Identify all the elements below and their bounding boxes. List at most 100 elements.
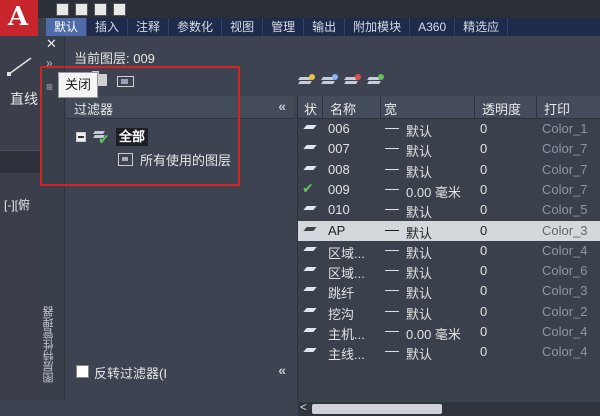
layer-status-icon[interactable] — [303, 328, 317, 332]
layer-print-style[interactable]: Color_4 — [542, 344, 588, 359]
horizontal-scrollbar[interactable]: < — [298, 400, 600, 416]
invert-filter-checkbox[interactable] — [76, 365, 89, 378]
table-row[interactable]: 区域... 默认 0 Color_6 — [298, 261, 600, 281]
layer-lineweight[interactable]: 默认 — [406, 223, 432, 242]
layer-transparency[interactable]: 0 — [480, 141, 487, 156]
scroll-left-arrow[interactable]: < — [300, 400, 307, 414]
line-tool-label[interactable]: 直线 — [10, 89, 38, 109]
layer-name[interactable]: 006 — [328, 121, 350, 136]
collapse-tree-button[interactable]: « — [278, 362, 286, 378]
layer-transparency[interactable]: 0 — [480, 263, 487, 278]
current-layer-check-icon[interactable]: ✔ — [302, 180, 314, 197]
ribbon-tab[interactable]: A360 — [410, 18, 456, 36]
layer-print-style[interactable]: Color_1 — [542, 121, 588, 136]
new-file-icon[interactable] — [56, 2, 69, 16]
layer-transparency[interactable]: 0 — [480, 283, 487, 298]
ribbon-tab[interactable]: 注释 — [128, 18, 170, 36]
layer-lineweight[interactable]: 默认 — [406, 263, 432, 282]
layer-name[interactable]: 009 — [328, 182, 350, 197]
layer-status-icon[interactable] — [303, 267, 317, 272]
layer-transparency[interactable]: 0 — [480, 344, 487, 359]
ribbon-tab[interactable]: 参数化 — [169, 18, 223, 36]
layer-lineweight[interactable]: 默认 — [406, 141, 432, 160]
layer-lineweight[interactable]: 默认 — [406, 121, 432, 140]
new-layer-icon[interactable] — [298, 74, 315, 86]
column-name[interactable]: 名称 — [330, 99, 356, 118]
layer-name[interactable]: AP — [328, 223, 345, 238]
table-row[interactable]: 主线... 默认 0 Color_4 — [298, 342, 600, 362]
ribbon-tab[interactable]: 精选应 — [455, 18, 509, 36]
layer-status-icon[interactable] — [303, 165, 317, 170]
layer-transparency[interactable]: 0 — [480, 243, 487, 258]
ribbon-tab[interactable]: 插入 — [87, 18, 129, 36]
table-row[interactable]: 006 默认 0 Color_1 — [298, 119, 600, 139]
table-row[interactable]: 区域... 默认 0 Color_4 — [298, 241, 600, 261]
layer-name[interactable]: 区域... — [328, 263, 365, 282]
column-print[interactable]: 打印 — [544, 99, 570, 118]
viewport-controls-label[interactable]: [-][俯 — [4, 196, 30, 213]
scrollbar-thumb[interactable] — [312, 404, 442, 414]
table-row[interactable]: 010 默认 0 Color_5 — [298, 200, 600, 220]
layer-lineweight[interactable]: 默认 — [406, 344, 432, 363]
set-current-layer-icon[interactable] — [367, 74, 384, 86]
layer-print-style[interactable]: Color_2 — [542, 304, 588, 319]
layer-print-style[interactable]: Color_3 — [542, 283, 588, 298]
layer-name[interactable]: 主线... — [328, 344, 365, 363]
open-file-icon[interactable] — [75, 2, 88, 16]
layer-name[interactable]: 010 — [328, 202, 350, 217]
layer-print-style[interactable]: Color_4 — [542, 243, 588, 258]
layer-print-style[interactable]: Color_5 — [542, 202, 588, 217]
layer-status-icon[interactable] — [303, 125, 317, 129]
layer-transparency[interactable]: 0 — [480, 162, 487, 177]
table-row[interactable]: 挖沟 默认 0 Color_2 — [298, 302, 600, 322]
layer-print-style[interactable]: Color_4 — [542, 324, 588, 339]
layer-status-icon[interactable] — [303, 287, 317, 292]
layer-name[interactable]: 008 — [328, 162, 350, 177]
palette-close-icon[interactable]: ✕ — [46, 36, 57, 52]
layer-print-style[interactable]: Color_7 — [542, 182, 588, 197]
layer-transparency[interactable]: 0 — [480, 324, 487, 339]
layer-lineweight[interactable]: 默认 — [406, 162, 432, 181]
print-icon[interactable] — [113, 2, 126, 16]
table-row[interactable]: 跳纤 默认 0 Color_3 — [298, 281, 600, 301]
layer-status-icon[interactable] — [303, 145, 317, 150]
layer-status-icon[interactable] — [303, 307, 317, 312]
collapse-filters-button[interactable]: « — [278, 98, 286, 114]
layer-name[interactable]: 挖沟 — [328, 304, 354, 323]
layer-name[interactable]: 主机... — [328, 324, 365, 343]
column-status[interactable]: 状 — [304, 99, 317, 118]
column-lineweight[interactable]: 宽 — [384, 99, 397, 118]
layer-status-icon[interactable] — [303, 246, 317, 251]
layer-print-style[interactable]: Color_6 — [542, 263, 588, 278]
layer-print-style[interactable]: Color_7 — [542, 162, 588, 177]
app-logo[interactable]: A — [0, 0, 38, 36]
ribbon-tab[interactable]: 管理 — [263, 18, 305, 36]
table-row[interactable]: 008 默认 0 Color_7 — [298, 160, 600, 180]
ribbon-tab[interactable]: 输出 — [304, 18, 346, 36]
layer-status-icon[interactable] — [303, 226, 317, 231]
new-layer-vp-frozen-icon[interactable] — [321, 74, 338, 86]
layer-lineweight[interactable]: 0.00 毫米 — [406, 182, 461, 201]
column-transparency[interactable]: 透明度 — [482, 99, 521, 118]
invert-filter-label[interactable]: 反转过滤器(I — [94, 363, 167, 382]
layer-lineweight[interactable]: 默认 — [406, 304, 432, 323]
delete-layer-icon[interactable] — [344, 74, 361, 86]
layer-lineweight[interactable]: 默认 — [406, 283, 432, 302]
layer-name[interactable]: 007 — [328, 141, 350, 156]
ribbon-tab[interactable]: 默认 — [46, 18, 88, 36]
layer-transparency[interactable]: 0 — [480, 182, 487, 197]
save-icon[interactable] — [94, 2, 107, 16]
ribbon-tab[interactable]: 视图 — [222, 18, 264, 36]
table-row[interactable]: ✔ 009 0.00 毫米 0 Color_7 — [298, 180, 600, 200]
layer-transparency[interactable]: 0 — [480, 304, 487, 319]
layer-print-style[interactable]: Color_3 — [542, 223, 588, 238]
layer-lineweight[interactable]: 默认 — [406, 243, 432, 262]
layer-status-icon[interactable] — [303, 206, 317, 211]
layer-transparency[interactable]: 0 — [480, 121, 487, 136]
layer-transparency[interactable]: 0 — [480, 223, 487, 238]
table-row[interactable]: 007 默认 0 Color_7 — [298, 139, 600, 159]
layer-lineweight[interactable]: 0.00 毫米 — [406, 324, 461, 343]
layer-name[interactable]: 区域... — [328, 243, 365, 262]
layer-print-style[interactable]: Color_7 — [542, 141, 588, 156]
layer-transparency[interactable]: 0 — [480, 202, 487, 217]
